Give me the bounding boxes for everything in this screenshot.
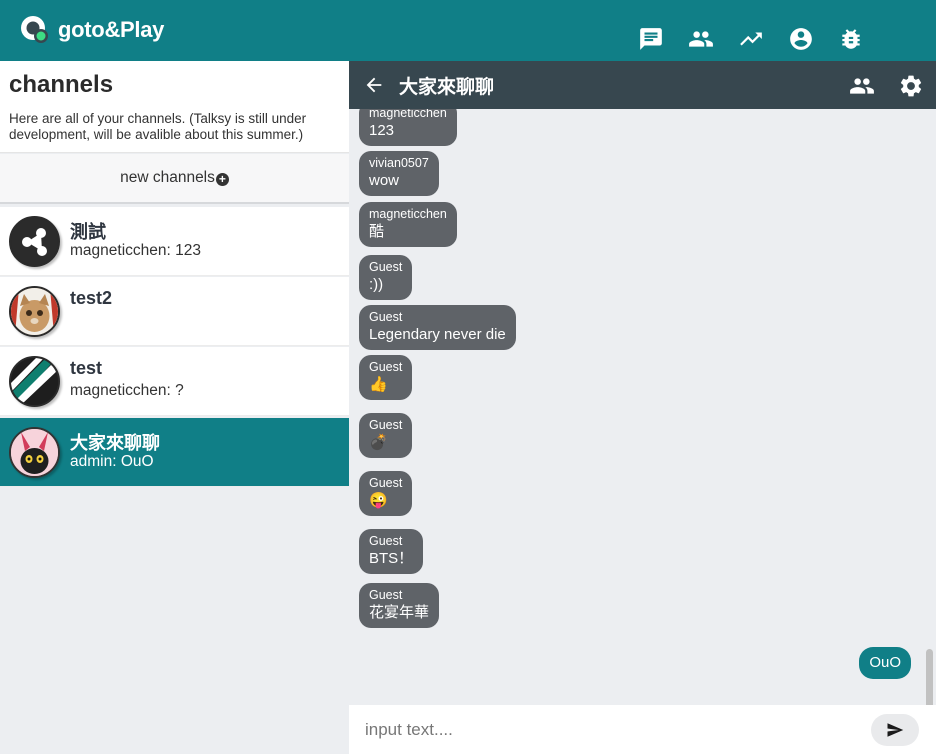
members-icon[interactable]	[849, 73, 875, 99]
message-input[interactable]	[365, 719, 845, 741]
avatar	[9, 216, 60, 267]
message-text: 酷	[369, 223, 385, 240]
channel-item[interactable]: test magneticchen: ?	[0, 347, 349, 416]
channel-item[interactable]: 測試 magneticchen: 123	[0, 207, 349, 276]
message-sender: Guest	[369, 418, 403, 432]
message-list[interactable]: magneticchen 123 vivian0507 wow magnetic…	[349, 109, 936, 705]
channel-last-message: magneticchen: 123	[70, 242, 201, 259]
channel-last-message: magneticchen: ?	[70, 382, 184, 399]
message-bubble: Guest 花宴年華	[359, 583, 440, 628]
send-button[interactable]	[871, 714, 919, 746]
chat-icon[interactable]	[637, 25, 665, 53]
message-text: BTS！	[369, 550, 414, 567]
channel-item-active[interactable]: 大家來聊聊 admin: OuO	[0, 418, 349, 487]
message-sender: magneticchen	[369, 207, 447, 221]
message-sender: vivian0507	[369, 156, 429, 170]
bug-icon[interactable]	[837, 25, 865, 53]
message-bubble: Guest :))	[359, 255, 413, 300]
message-sender: magneticchen	[369, 109, 447, 120]
message-text: 花宴年華	[369, 604, 430, 621]
avatar	[9, 286, 60, 337]
send-icon	[887, 723, 904, 737]
message-text: 💣	[369, 434, 388, 451]
message-sender: Guest	[369, 360, 403, 374]
new-channel-button[interactable]: new channels +	[0, 154, 349, 204]
top-app-bar: goto&Play	[0, 0, 936, 61]
avatar	[9, 356, 60, 407]
channel-last-message: admin: OuO	[70, 453, 154, 470]
channel-name: test	[70, 358, 103, 378]
channels-panel: channels Here are all of your channels. …	[0, 61, 349, 754]
channel-name: 大家來聊聊	[70, 433, 160, 453]
message-bubble: magneticchen 酷	[359, 202, 457, 247]
channel-item[interactable]: test2	[0, 277, 349, 346]
message-scrollbar[interactable]	[926, 649, 933, 705]
avatar	[9, 427, 60, 478]
chat-title: 大家來聊聊	[399, 77, 495, 98]
message-sender: Guest	[369, 534, 403, 548]
account-icon[interactable]	[787, 25, 815, 53]
message-sender: Guest	[369, 588, 403, 602]
message-text: 😜	[369, 492, 388, 509]
message-text: Legendary never die	[369, 326, 506, 343]
channel-name: test2	[70, 288, 113, 308]
add-circle-icon: +	[215, 172, 229, 186]
own-message-bubble: OuO	[859, 647, 911, 679]
back-arrow-icon[interactable]	[363, 74, 385, 96]
people-icon[interactable]	[687, 25, 715, 53]
trending-icon[interactable]	[737, 25, 765, 53]
message-bubble: Guest 💣	[359, 413, 413, 458]
message-text: 👍	[369, 376, 388, 393]
message-sender: Guest	[369, 310, 403, 324]
message-sender: Guest	[369, 260, 403, 274]
message-bubble: Guest 😜	[359, 471, 413, 516]
message-bubble: magneticchen 123	[359, 109, 457, 146]
chat-header: 大家來聊聊	[349, 61, 936, 109]
message-bubble: Guest Legendary never die	[359, 305, 516, 350]
message-bubble: vivian0507 wow	[359, 151, 439, 196]
message-text: wow	[369, 172, 400, 189]
chat-panel: 大家來聊聊 magneticchen 123 vivian0507 wow ma…	[349, 61, 936, 754]
channel-name: 測試	[70, 222, 106, 242]
new-channel-label: new channels	[120, 169, 215, 186]
message-composer	[349, 705, 936, 754]
message-text: :))	[369, 276, 384, 293]
message-bubble: Guest 👍	[359, 355, 413, 400]
channels-header: channels Here are all of your channels. …	[0, 61, 349, 153]
channels-title: channels	[9, 71, 114, 98]
message-text: 123	[369, 122, 395, 139]
message-bubble: Guest BTS！	[359, 529, 424, 574]
message-sender: Guest	[369, 476, 403, 490]
settings-icon[interactable]	[898, 73, 924, 99]
channels-description: Here are all of your channels. (Talksy i…	[9, 111, 307, 142]
